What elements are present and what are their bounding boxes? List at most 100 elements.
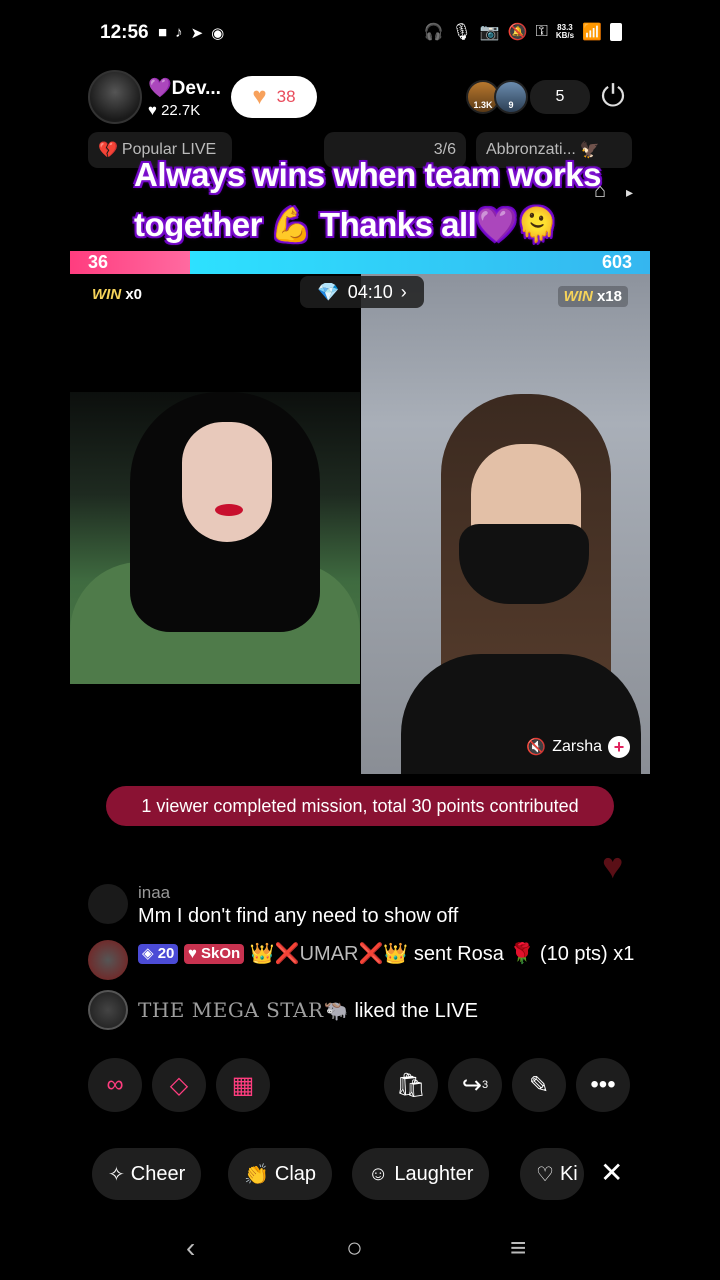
clap-icon: 👏 [244,1163,269,1186]
net-speed: 83.3 KB/s [556,24,574,40]
camera-icon: 📷 [479,24,500,41]
chat-message: inaa Mm I don't find any need to show of… [88,884,648,930]
host-card[interactable]: 💜Dev... ♥ 22.7K ♥ 38 [88,70,317,124]
laughter-label: Laughter [394,1162,474,1185]
chat-username[interactable]: THE MEGA STAR🐃 [138,998,349,1022]
heart-outline-icon: ♡ [536,1163,554,1186]
viewer-list[interactable]: 1.3K 9 5 [466,80,590,114]
face-shape [182,422,272,542]
link-icon[interactable]: ∞ [88,1058,142,1112]
chat-message: THE MEGA STAR🐃 liked the LIVE [88,990,648,1031]
battery-icon [610,23,622,41]
status-right-icons: 🎧 🎙 📷 🔕 ⚿ 83.3 KB/s 📶 [424,22,622,42]
viewer-count[interactable]: 5 [530,80,590,114]
circle-icon: ◉ [211,25,225,42]
battle-area: WIN x0 WIN x18 🔇 Zarsha + 💎 04:10 › [70,274,650,774]
host-likes: ♥ 22.7K [148,102,221,119]
mission-banner: 1 viewer completed mission, total 30 poi… [106,786,614,826]
level-badge: ◈ 20 [138,944,179,964]
chat-username[interactable]: inaa [138,884,458,902]
kiss-button[interactable]: ♡ Ki [520,1148,584,1200]
home-icon[interactable]: ○ [346,1232,363,1264]
win-label: WIN [92,286,122,303]
android-nav-bar: ‹ ○ ≡ [0,1220,720,1280]
share-icon[interactable]: ↪ 3 [448,1058,502,1112]
viewer-badge: 1.3K [473,100,493,110]
kiss-label: Ki [559,1162,578,1185]
follow-count: 38 [276,87,296,106]
mute-icon: 🔕 [507,24,528,41]
score-right-value: 603 [601,252,632,272]
battle-timer[interactable]: 💎 04:10 › [300,276,424,308]
telegram-icon: ➤ [190,25,204,42]
status-time: 12:56 [100,22,149,43]
chat-text: liked the LIVE [354,1000,478,1022]
follow-guest-button[interactable]: + [608,736,630,758]
host-portrait [70,392,360,684]
chat-avatar[interactable] [88,884,128,924]
multi-guest-icon[interactable]: ◇ [152,1058,206,1112]
heart-icon: ♥ [602,845,624,886]
cheer-label: Cheer [130,1162,186,1185]
host-name: 💜Dev... [148,77,221,99]
chevron-right-icon: › [400,281,407,302]
power-icon[interactable]: ⏻ [596,80,630,114]
net-speed-unit: KB/s [555,31,575,40]
back-icon[interactable]: ‹ [186,1232,195,1264]
left-win-tag: WIN x0 [92,286,142,303]
follow-button[interactable]: ♥ 38 [230,76,317,118]
video-icon: ■ [158,24,168,41]
chat-avatar[interactable] [88,940,128,980]
share-count: 3 [481,1079,489,1091]
guest-video[interactable]: WIN x18 🔇 Zarsha + [361,274,650,774]
viewer-avatar[interactable]: 9 [494,80,528,114]
mic-icon: 🎙 [451,24,472,41]
laughter-button[interactable]: ☺ Laughter [352,1148,490,1200]
shop-bag-icon[interactable]: 🛍 [384,1058,438,1112]
chevron-right-icon[interactable]: ▸ [626,184,633,201]
guest-mask-shape [459,524,589,604]
apps-grid-icon[interactable]: ▦ [216,1058,270,1112]
chat-text: sent Rosa 🌹 (10 pts) x1 [413,943,635,965]
cheer-button[interactable]: ✧ Cheer [92,1148,202,1200]
more-icon[interactable]: ••• [576,1058,630,1112]
score-right: 603 [190,251,650,274]
caption-overlay: Always wins when team works together 💪 T… [134,156,602,243]
clap-label: Clap [274,1162,317,1185]
guest-name: Zarsha [552,738,602,755]
tiktok-live-screen: 12:56 ■ ♪ ➤ ◉ 🎧 🎙 📷 🔕 ⚿ 83.3 KB/s 📶 💜Dev… [70,0,650,1280]
chat-body: inaa Mm I don't find any need to show of… [138,884,458,930]
host-avatar[interactable] [88,70,142,124]
chat-message: ◈ 20 ♥ SkOn 👑❌UMAR❌👑 sent Rosa 🌹 (10 pts… [88,940,648,980]
score-left-value: 36 [88,252,109,272]
key-icon: ⚿ [535,23,548,40]
win-label: WIN [563,288,593,305]
host-video[interactable]: WIN x0 [70,274,360,774]
chat-body: THE MEGA STAR🐃 liked the LIVE [138,990,478,1031]
magic-wand-icon[interactable]: ✎ [512,1058,566,1112]
guest-name-tag[interactable]: 🔇 Zarsha + [526,736,630,758]
timer-value: 04:10 [347,281,393,302]
close-icon[interactable]: ✕ [600,1156,623,1189]
battle-score-bar: 36 603 [70,251,650,274]
left-win-count: x0 [125,286,143,303]
chat-list: inaa Mm I don't find any need to show of… [88,884,648,1041]
wifi-icon: 📶 [582,24,602,41]
clap-button[interactable]: 👏 Clap [228,1148,333,1200]
cheer-icon: ✧ [108,1163,125,1186]
chat-avatar[interactable] [88,990,128,1030]
lip-shape [215,504,243,516]
chat-username[interactable]: 👑❌UMAR❌👑 [250,943,409,965]
laugh-icon: ☺ [368,1162,389,1185]
status-bar: 12:56 ■ ♪ ➤ ◉ 🎧 🎙 📷 🔕 ⚿ 83.3 KB/s 📶 [70,0,650,70]
fan-badge: ♥ SkOn [183,944,245,964]
recents-icon[interactable]: ≡ [510,1232,526,1264]
tiktok-icon: ♪ [175,24,183,41]
action-bar: ∞ ◇ ▦ 🛍 ↪ 3 ✎ ••• [70,1058,650,1114]
house-icon[interactable]: ⌂ [594,180,630,210]
broken-heart-icon: 💔 [98,142,118,159]
muted-speaker-icon: 🔇 [526,739,547,756]
level-value: 20 [157,945,175,962]
score-left: 36 [70,251,190,274]
host-likes-count: 22.7K [161,101,201,119]
